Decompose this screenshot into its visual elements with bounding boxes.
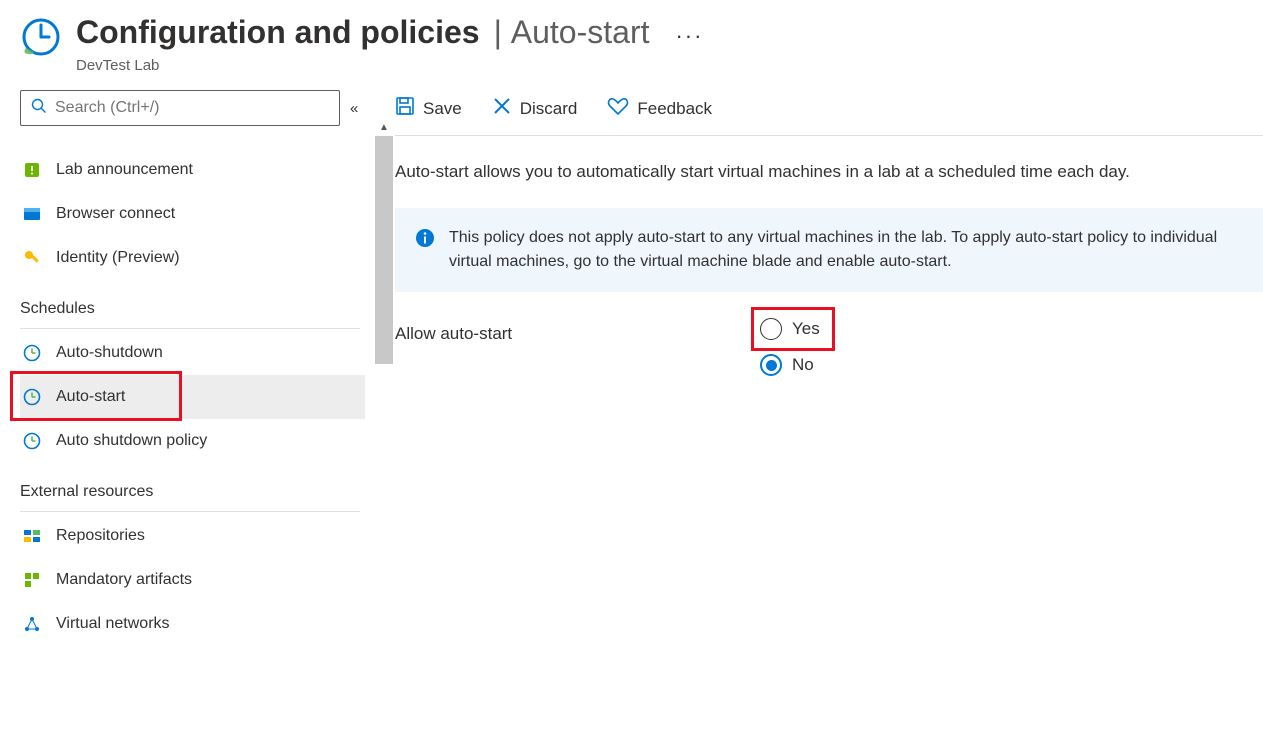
more-button[interactable]: ··· xyxy=(675,23,703,49)
toolbar-label: Save xyxy=(423,99,462,119)
scroll-up-icon[interactable]: ▲ xyxy=(375,120,393,134)
clock-icon xyxy=(22,387,42,407)
radio-button[interactable] xyxy=(760,354,782,376)
discard-button[interactable]: Discard xyxy=(492,96,578,121)
sidebar-item-label: Identity (Preview) xyxy=(56,249,180,267)
search-box[interactable] xyxy=(20,90,340,126)
sidebar-item-label: Mandatory artifacts xyxy=(56,571,192,589)
announcement-icon xyxy=(22,160,42,180)
sidebar-item-label: Auto-shutdown xyxy=(56,344,163,362)
setting-label: Allow auto-start xyxy=(395,318,760,344)
radio-button[interactable] xyxy=(760,318,782,340)
save-button[interactable]: Save xyxy=(395,96,462,121)
close-icon xyxy=(492,96,512,121)
sidebar-item-label: Browser connect xyxy=(56,205,175,223)
sidebar-item-label: Repositories xyxy=(56,527,145,545)
description-text: Auto-start allows you to automatically s… xyxy=(395,162,1263,182)
save-icon xyxy=(395,96,415,121)
sidebar-item-auto-start[interactable]: Auto-start xyxy=(20,375,365,419)
toolbar-label: Feedback xyxy=(637,99,712,119)
sidebar-item-identity[interactable]: Identity (Preview) xyxy=(20,236,365,280)
radio-label: Yes xyxy=(792,319,820,339)
sidebar-item-auto-shutdown-policy[interactable]: Auto shutdown policy xyxy=(20,419,365,463)
page-subtitle: | Auto-start xyxy=(494,14,650,51)
nav-section-schedules: Schedules xyxy=(20,286,365,326)
key-icon xyxy=(22,248,42,268)
toolbar: Save Discard Feedback xyxy=(395,90,1263,135)
radio-label: No xyxy=(792,355,814,375)
artifacts-icon xyxy=(22,570,42,590)
clock-icon xyxy=(22,343,42,363)
sidebar-item-browser-connect[interactable]: Browser connect xyxy=(20,192,365,236)
search-input[interactable] xyxy=(55,99,329,117)
resource-icon xyxy=(20,16,62,63)
radio-option-no[interactable]: No xyxy=(760,354,820,376)
network-icon xyxy=(22,614,42,634)
feedback-button[interactable]: Feedback xyxy=(607,96,712,121)
toolbar-label: Discard xyxy=(520,99,578,119)
main-content: Save Discard Feedback Auto-start allows … xyxy=(365,84,1263,646)
sidebar: « ▲ Lab announcement Browser connect xyxy=(0,84,365,646)
heart-icon xyxy=(607,96,629,121)
sidebar-item-label: Auto-start xyxy=(56,388,125,406)
repo-icon xyxy=(22,526,42,546)
clock-icon xyxy=(22,431,42,451)
info-banner: This policy does not apply auto-start to… xyxy=(395,208,1263,292)
sidebar-item-repositories[interactable]: Repositories xyxy=(20,514,365,558)
nav-section-external: External resources xyxy=(20,469,365,509)
sidebar-item-mandatory-artifacts[interactable]: Mandatory artifacts xyxy=(20,558,365,602)
browser-icon xyxy=(22,204,42,224)
info-icon xyxy=(415,228,435,256)
scrollbar[interactable] xyxy=(375,136,393,712)
sidebar-item-label: Lab announcement xyxy=(56,161,193,179)
page-title: Configuration and policies xyxy=(76,14,480,51)
sidebar-item-label: Virtual networks xyxy=(56,615,170,633)
info-text: This policy does not apply auto-start to… xyxy=(449,226,1243,274)
page-header: Configuration and policies | Auto-start … xyxy=(0,0,1263,84)
sidebar-item-virtual-networks[interactable]: Virtual networks xyxy=(20,602,365,646)
radio-option-yes[interactable]: Yes xyxy=(760,318,820,340)
sidebar-item-auto-shutdown[interactable]: Auto-shutdown xyxy=(20,331,365,375)
sidebar-item-label: Auto shutdown policy xyxy=(56,432,207,450)
search-icon xyxy=(31,98,47,119)
collapse-sidebar-button[interactable]: « xyxy=(350,100,358,117)
resource-type: DevTest Lab xyxy=(76,57,703,74)
sidebar-item-lab-announcement[interactable]: Lab announcement xyxy=(20,148,365,192)
